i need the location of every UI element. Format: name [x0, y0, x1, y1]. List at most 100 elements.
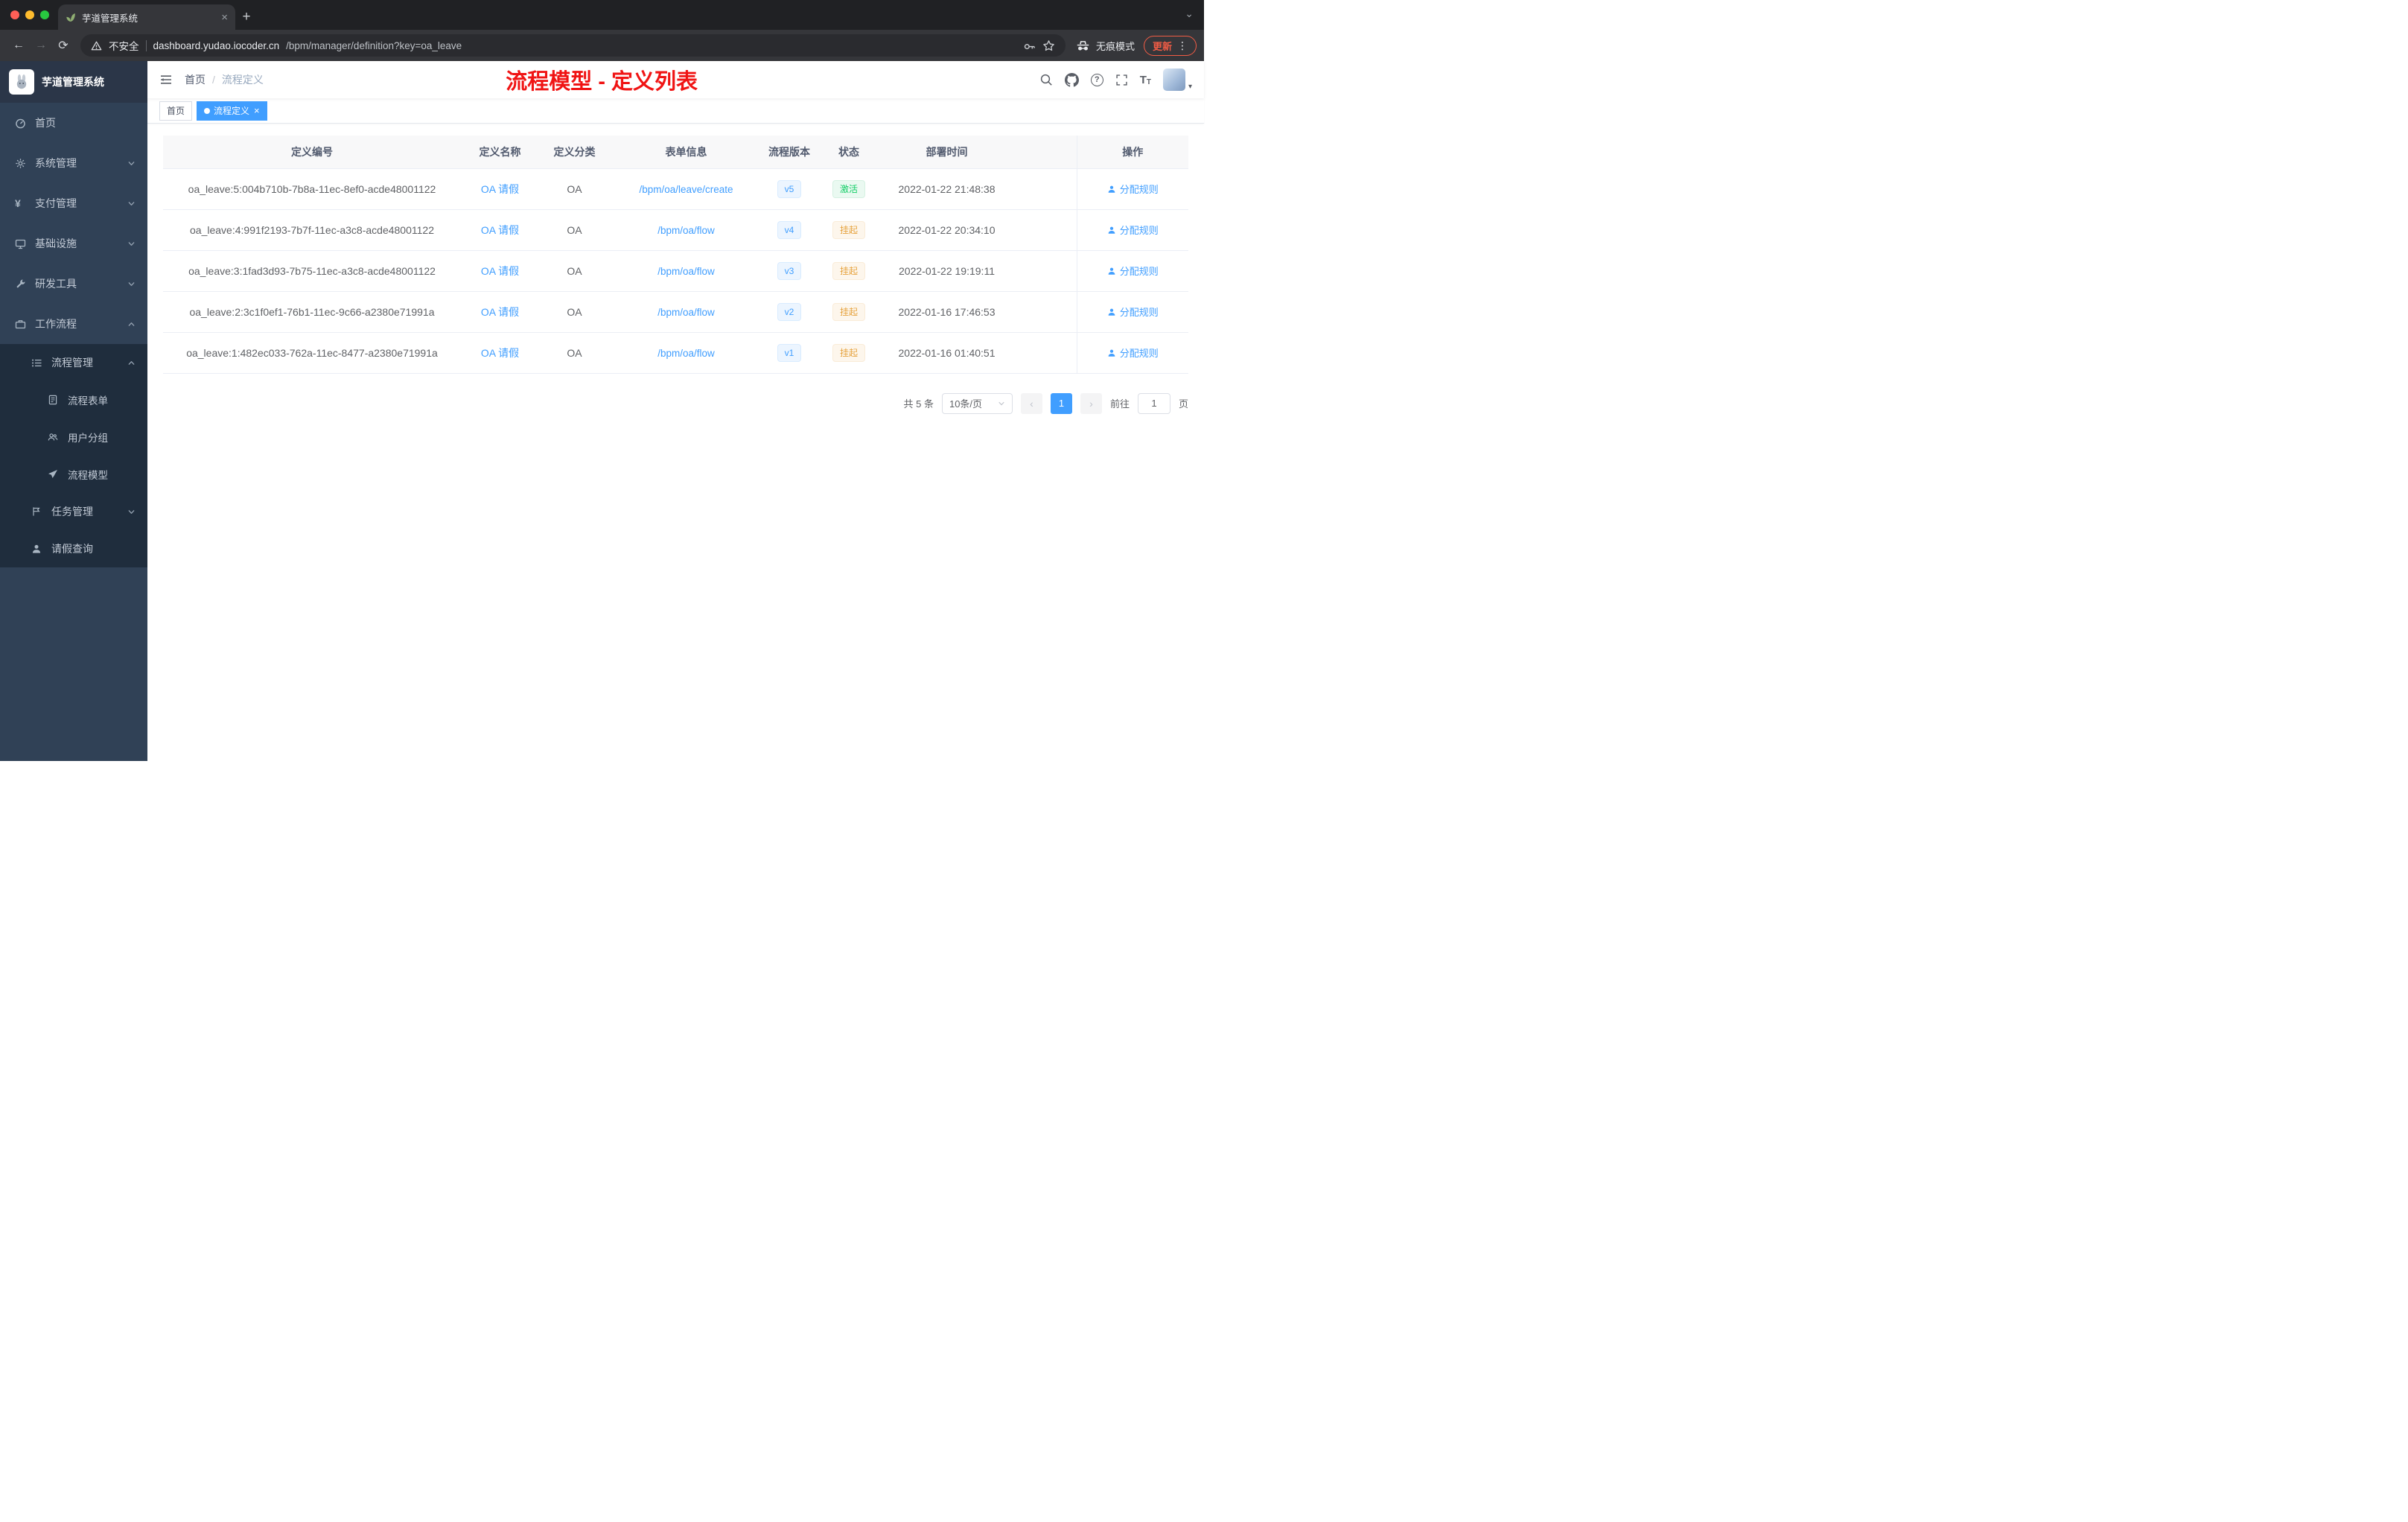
chevron-down-icon [127, 159, 136, 168]
security-warning-icon [91, 40, 102, 51]
search-icon[interactable] [1039, 73, 1053, 86]
sidebar-item-system[interactable]: 系统管理 [0, 143, 147, 183]
form-link[interactable]: /bpm/oa/flow [657, 266, 715, 277]
yen-icon: ¥ [15, 197, 21, 209]
definition-name-link[interactable]: OA 请假 [481, 265, 519, 277]
content-area: 定义编号 定义名称 定义分类 表单信息 流程版本 状态 部署时间 操作 oa_l… [147, 124, 1204, 761]
assign-rule-link[interactable]: 分配规则 [1107, 223, 1159, 237]
browser-tab-strip: 芋道管理系统 × + ⌄ [0, 0, 1204, 30]
sidebar-item-user-group[interactable]: 用户分组 [0, 418, 147, 456]
top-navbar: 首页 / 流程定义 流程模型 - 定义列表 ? TT ▾ [147, 61, 1204, 98]
address-bar[interactable]: 不安全 dashboard.yudao.iocoder.cn/bpm/manag… [80, 34, 1066, 57]
goto-page-input[interactable] [1137, 392, 1170, 414]
sidebar-item-process-form[interactable]: 流程表单 [0, 381, 147, 418]
table-header-row: 定义编号 定义名称 定义分类 表单信息 流程版本 状态 部署时间 操作 [163, 136, 1188, 169]
definition-name-link[interactable]: OA 请假 [481, 224, 519, 236]
sidebar-item-dev-tools[interactable]: 研发工具 [0, 264, 147, 304]
assign-rule-link[interactable]: 分配规则 [1107, 264, 1159, 278]
font-size-icon[interactable]: TT [1140, 74, 1151, 86]
col-header-id: 定义编号 [163, 136, 461, 169]
tab-close-icon[interactable]: × [221, 12, 228, 23]
chrome-update-button[interactable]: 更新 ⋮ [1143, 35, 1197, 56]
page-number-button[interactable]: 1 [1050, 392, 1072, 414]
tab-search-chevron-icon[interactable]: ⌄ [1185, 7, 1194, 20]
gear-icon [15, 158, 27, 169]
assign-rule-link[interactable]: 分配规则 [1107, 182, 1159, 196]
page-size-select[interactable]: 10条/页 [941, 392, 1013, 414]
window-controls [10, 10, 49, 19]
sidebar-logo[interactable]: 芋道管理系统 [0, 61, 147, 103]
page-unit-label: 页 [1178, 398, 1188, 410]
breadcrumb-home[interactable]: 首页 [185, 72, 206, 87]
bookmark-star-icon[interactable] [1042, 39, 1055, 52]
monitor-icon [15, 238, 27, 249]
reload-button[interactable]: ⟳ [52, 34, 74, 57]
definition-name-link[interactable]: OA 请假 [481, 347, 519, 359]
sidebar-item-label: 系统管理 [35, 157, 77, 169]
window-zoom-button[interactable] [40, 10, 49, 19]
pagination: 共 5 条 10条/页 ‹ 1 › 前往 页 [163, 392, 1188, 414]
col-header-form: 表单信息 [610, 136, 762, 169]
browser-tab[interactable]: 芋道管理系统 × [58, 4, 235, 30]
fullscreen-icon[interactable] [1115, 74, 1128, 86]
github-icon[interactable] [1064, 72, 1079, 87]
sidebar-item-infrastructure[interactable]: 基础设施 [0, 223, 147, 264]
form-link[interactable]: /bpm/oa/flow [657, 307, 715, 318]
page-annotation: 流程模型 - 定义列表 [506, 70, 698, 94]
form-link[interactable]: /bpm/oa/flow [657, 348, 715, 359]
back-button[interactable]: ← [7, 34, 30, 57]
sidebar-item-home[interactable]: 首页 [0, 103, 147, 143]
tag-close-icon[interactable]: × [254, 106, 260, 115]
forward-button[interactable]: → [30, 34, 52, 57]
tag-label: 首页 [167, 106, 185, 116]
navbar-actions: ? TT ▾ [1039, 69, 1204, 91]
sidebar-item-leave-query[interactable]: 请假查询 [0, 530, 147, 567]
table-row: oa_leave:3:1fad3d93-7b75-11ec-a3c8-acde4… [163, 250, 1188, 292]
col-header-time: 部署时间 [882, 136, 1012, 169]
chevron-down-icon [127, 240, 136, 248]
sidebar-item-payment[interactable]: ¥ 支付管理 [0, 183, 147, 223]
app-title: 芋道管理系统 [42, 76, 104, 88]
form-link[interactable]: /bpm/oa/leave/create [639, 184, 733, 195]
definition-name-link[interactable]: OA 请假 [481, 306, 519, 318]
incognito-icon [1076, 39, 1090, 53]
password-key-icon[interactable] [1023, 39, 1036, 52]
assign-rule-link[interactable]: 分配规则 [1107, 346, 1159, 360]
cell-deploy-time: 2022-01-16 01:40:51 [882, 332, 1012, 374]
sidebar-item-workflow[interactable]: 工作流程 [0, 304, 147, 344]
help-icon[interactable]: ? [1090, 73, 1103, 86]
window-minimize-button[interactable] [25, 10, 34, 19]
sidebar-item-task-management[interactable]: 任务管理 [0, 493, 147, 530]
dashboard-icon [15, 118, 27, 129]
sidebar-item-label: 首页 [35, 117, 56, 129]
breadcrumb-current: 流程定义 [221, 74, 264, 86]
user-avatar[interactable]: ▾ [1162, 69, 1192, 91]
sidebar-item-label: 支付管理 [35, 197, 77, 209]
tag-home[interactable]: 首页 [159, 101, 193, 121]
version-badge: v4 [777, 220, 802, 239]
sidebar-item-process-model[interactable]: 流程模型 [0, 456, 147, 493]
definition-name-link[interactable]: OA 请假 [481, 183, 519, 195]
tag-process-definition[interactable]: 流程定义 × [197, 101, 267, 121]
action-label: 分配规则 [1119, 348, 1159, 359]
action-label: 分配规则 [1119, 266, 1159, 277]
form-link[interactable]: /bpm/oa/flow [657, 225, 715, 236]
cell-category: OA [539, 332, 610, 374]
hamburger-icon[interactable] [147, 73, 185, 86]
window-close-button[interactable] [10, 10, 19, 19]
status-badge: 挂起 [832, 220, 865, 239]
sidebar-item-process-management[interactable]: 流程管理 [0, 344, 147, 381]
sidebar-item-label: 研发工具 [35, 278, 77, 290]
assign-rule-link[interactable]: 分配规则 [1107, 305, 1159, 319]
chevron-down-icon [998, 400, 1005, 407]
new-tab-button[interactable]: + [235, 4, 258, 30]
cell-definition-id: oa_leave:5:004b710b-7b8a-11ec-8ef0-acde4… [163, 168, 461, 210]
flag-icon [31, 506, 43, 517]
table-row: oa_leave:2:3c1f0ef1-76b1-11ec-9c66-a2380… [163, 291, 1188, 333]
prev-page-button[interactable]: ‹ [1020, 392, 1042, 414]
incognito-badge: 无痕模式 [1076, 39, 1135, 53]
next-page-button[interactable]: › [1080, 392, 1102, 414]
sidebar-item-label: 工作流程 [35, 318, 77, 330]
cell-deploy-time: 2022-01-22 21:48:38 [882, 168, 1012, 210]
tag-label: 流程定义 [214, 106, 250, 116]
